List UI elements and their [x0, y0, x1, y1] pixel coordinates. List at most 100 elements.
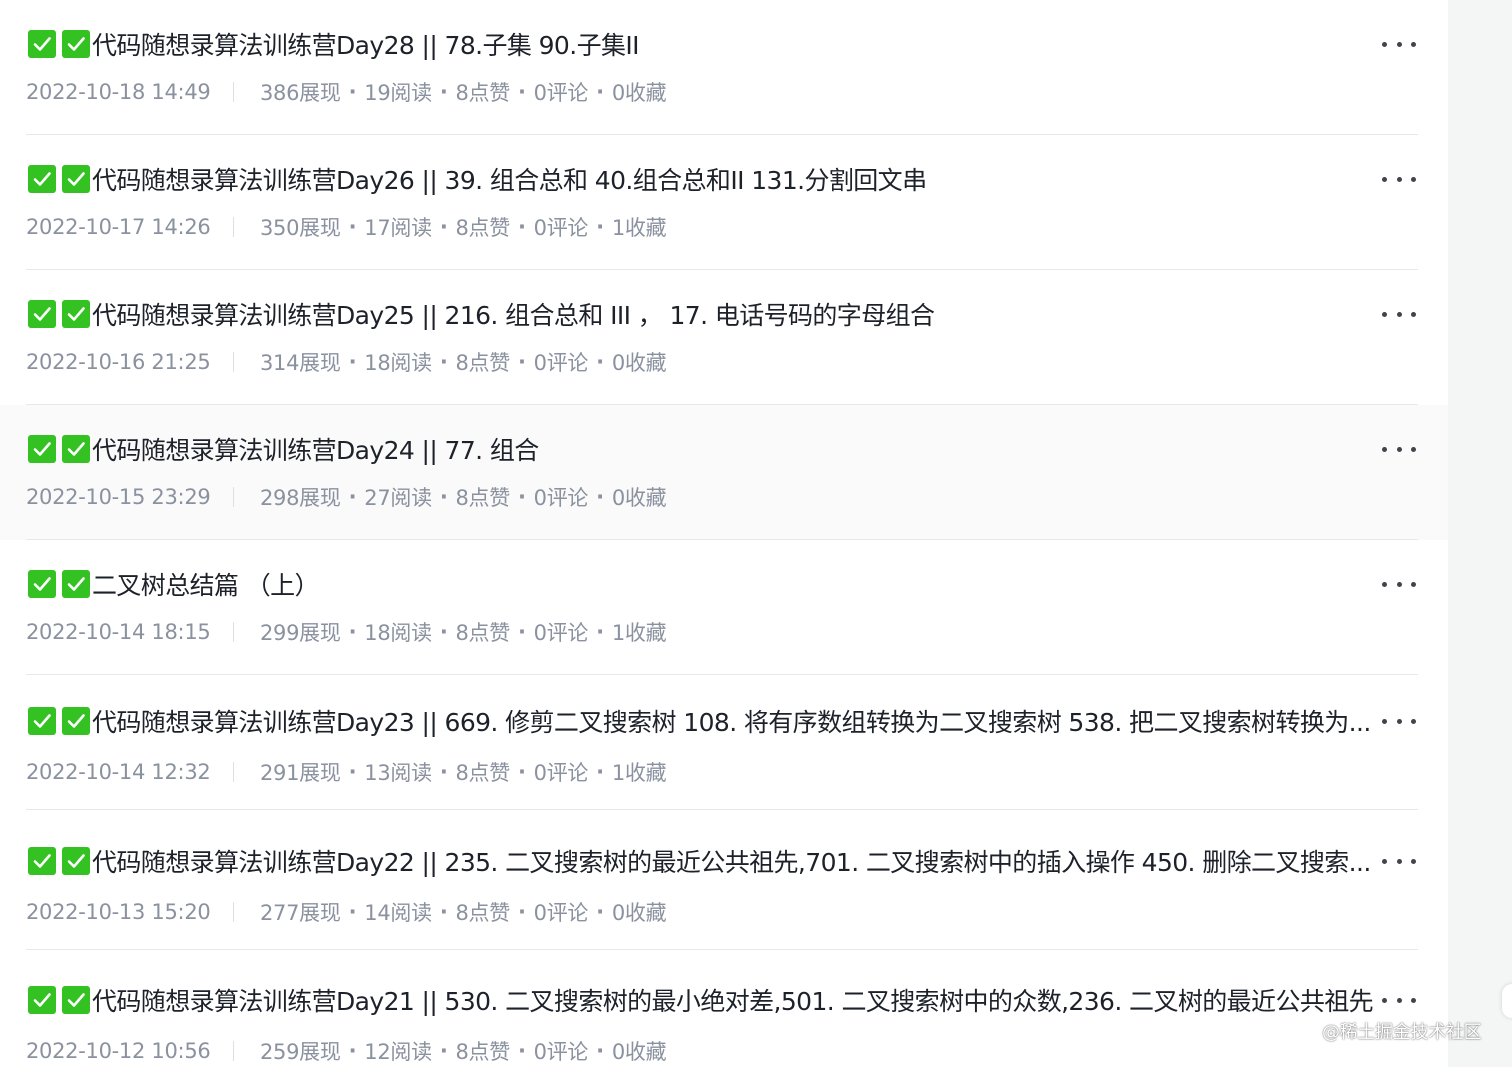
meta-separator: · — [348, 620, 357, 644]
article-title-row[interactable]: 代码随想录算法训练营Day22 || 235. 二叉搜索树的最近公共祖先,701… — [28, 844, 1378, 878]
check-mark-icon — [28, 300, 56, 328]
favorite-count: 1收藏 — [611, 621, 667, 645]
check-mark-icon — [28, 435, 56, 463]
meta-separator: · — [596, 620, 604, 644]
meta-separator: · — [596, 485, 604, 509]
article-item[interactable]: 代码随想录算法训练营Day26 || 39. 组合总和 40.组合总和II 13… — [0, 135, 1448, 270]
article-title-row[interactable]: 代码随想录算法训练营Day24 || 77. 组合 — [28, 432, 1378, 466]
article-meta: 2022-10-14 12:32 291展现 · 13阅读 · 8点赞 · 0评论 · 1收藏 — [26, 756, 667, 788]
check-mark-icon — [62, 986, 90, 1014]
article-meta: 2022-10-16 21:25 314展现 · 18阅读 · 8点赞 · 0评论 · 0收藏 — [26, 346, 667, 378]
check-mark-icon — [28, 707, 56, 735]
read-count: 18阅读 — [364, 621, 432, 645]
comment-count: 0评论 — [533, 1040, 589, 1064]
meta-separator: · — [348, 350, 357, 374]
article-item[interactable]: 二叉树总结篇 （上） 2022-10-14 18:15 299展现 · 18阅读 · 8点赞… — [0, 540, 1448, 675]
view-count: 259展现 — [260, 1040, 341, 1064]
article-title-row[interactable]: 二叉树总结篇 （上） — [28, 567, 1378, 601]
more-options-icon[interactable] — [1382, 569, 1416, 599]
comment-count: 0评论 — [533, 761, 589, 785]
check-mark-icon — [28, 30, 56, 58]
view-count: 277展现 — [260, 901, 341, 925]
like-count: 8点赞 — [455, 761, 511, 785]
read-count: 18阅读 — [364, 351, 432, 375]
meta-separator: · — [439, 350, 448, 374]
article-item[interactable]: 代码随想录算法训练营Day21 || 530. 二叉搜索树的最小绝对差,501.… — [0, 954, 1448, 1067]
more-options-icon[interactable] — [1382, 434, 1416, 464]
meta-divider — [233, 762, 234, 782]
check-mark-icon — [62, 300, 90, 328]
article-title-row[interactable]: 代码随想录算法训练营Day28 || 78.子集 90.子集II — [28, 27, 1378, 61]
article-item[interactable]: 代码随想录算法训练营Day25 || 216. 组合总和 III ， 17. 电… — [0, 270, 1448, 405]
meta-divider — [233, 352, 234, 372]
scroll-hint[interactable] — [1502, 984, 1512, 1018]
more-options-icon[interactable] — [1382, 985, 1416, 1015]
check-mark-icon — [28, 847, 56, 875]
meta-separator: · — [348, 760, 357, 784]
article-item[interactable]: 代码随想录算法训练营Day24 || 77. 组合 2022-10-15 23:2… — [0, 405, 1448, 540]
comment-count: 0评论 — [533, 486, 589, 510]
meta-divider — [233, 217, 234, 237]
like-count: 8点赞 — [455, 81, 511, 105]
check-mark-icon — [62, 707, 90, 735]
read-count: 14阅读 — [364, 901, 432, 925]
like-count: 8点赞 — [455, 351, 511, 375]
article-date: 2022-10-12 10:56 — [26, 1039, 211, 1063]
article-meta: 2022-10-18 14:49 386展现 · 19阅读 · 8点赞 · 0评论 · 0收藏 — [26, 76, 667, 108]
article-meta: 2022-10-15 23:29 298展现 · 27阅读 · 8点赞 · 0评论 · 0收藏 — [26, 481, 667, 513]
like-count: 8点赞 — [455, 216, 511, 240]
favorite-count: 0收藏 — [611, 351, 667, 375]
more-options-icon[interactable] — [1382, 164, 1416, 194]
article-item[interactable]: 代码随想录算法训练营Day23 || 669. 修剪二叉搜索树 108. 将有序… — [0, 675, 1448, 810]
meta-separator: · — [517, 900, 526, 924]
article-meta: 2022-10-17 14:26 350展现 · 17阅读 · 8点赞 · 0评论 · 1收藏 — [26, 211, 667, 243]
article-title-row[interactable]: 代码随想录算法训练营Day23 || 669. 修剪二叉搜索树 108. 将有序… — [28, 704, 1378, 738]
favorite-count: 0收藏 — [611, 486, 667, 510]
meta-separator: · — [596, 80, 604, 104]
article-title[interactable]: 代码随想录算法训练营Day25 || 216. 组合总和 III ， 17. 电… — [92, 297, 934, 331]
meta-divider — [233, 902, 234, 922]
read-count: 19阅读 — [364, 81, 432, 105]
view-count: 291展现 — [260, 761, 341, 785]
meta-separator: · — [439, 760, 448, 784]
like-count: 8点赞 — [455, 621, 511, 645]
row-divider — [26, 949, 1418, 950]
meta-separator: · — [596, 900, 604, 924]
check-mark-icon — [62, 570, 90, 598]
article-title[interactable]: 代码随想录算法训练营Day28 || 78.子集 90.子集II — [92, 27, 639, 61]
meta-separator: · — [517, 215, 526, 239]
meta-separator: · — [517, 485, 526, 509]
article-item[interactable]: 代码随想录算法训练营Day22 || 235. 二叉搜索树的最近公共祖先,701… — [0, 815, 1448, 950]
meta-separator: · — [348, 485, 357, 509]
article-item[interactable]: 代码随想录算法训练营Day28 || 78.子集 90.子集II 2022-10-… — [0, 0, 1448, 135]
more-options-icon[interactable] — [1382, 846, 1416, 876]
meta-separator: · — [348, 215, 357, 239]
like-count: 8点赞 — [455, 1040, 511, 1064]
meta-separator: · — [348, 80, 357, 104]
meta-divider — [233, 487, 234, 507]
article-list: 代码随想录算法训练营Day28 || 78.子集 90.子集II 2022-10-… — [0, 0, 1448, 1067]
article-meta: 2022-10-14 18:15 299展现 · 18阅读 · 8点赞 · 0评论 · 1收藏 — [26, 616, 667, 648]
view-count: 299展现 — [260, 621, 341, 645]
comment-count: 0评论 — [533, 216, 589, 240]
view-count: 314展现 — [260, 351, 341, 375]
article-title[interactable]: 代码随想录算法训练营Day21 || 530. 二叉搜索树的最小绝对差,501.… — [92, 983, 1373, 1017]
article-title[interactable]: 代码随想录算法训练营Day26 || 39. 组合总和 40.组合总和II 13… — [92, 162, 927, 196]
article-date: 2022-10-14 12:32 — [26, 760, 211, 784]
comment-count: 0评论 — [533, 351, 589, 375]
article-date: 2022-10-16 21:25 — [26, 350, 211, 374]
meta-separator: · — [517, 760, 526, 784]
meta-separator: · — [517, 80, 526, 104]
article-title-row[interactable]: 代码随想录算法训练营Day21 || 530. 二叉搜索树的最小绝对差,501.… — [28, 983, 1378, 1017]
more-options-icon[interactable] — [1382, 299, 1416, 329]
article-title[interactable]: 二叉树总结篇 （上） — [92, 567, 319, 601]
check-mark-icon — [28, 986, 56, 1014]
article-title[interactable]: 代码随想录算法训练营Day23 || 669. 修剪二叉搜索树 108. 将有序… — [92, 704, 1371, 738]
meta-divider — [233, 622, 234, 642]
more-options-icon[interactable] — [1382, 29, 1416, 59]
article-title[interactable]: 代码随想录算法训练营Day24 || 77. 组合 — [92, 432, 539, 466]
article-title[interactable]: 代码随想录算法训练营Day22 || 235. 二叉搜索树的最近公共祖先,701… — [92, 844, 1371, 878]
article-title-row[interactable]: 代码随想录算法训练营Day25 || 216. 组合总和 III ， 17. 电… — [28, 297, 1378, 331]
more-options-icon[interactable] — [1382, 706, 1416, 736]
article-title-row[interactable]: 代码随想录算法训练营Day26 || 39. 组合总和 40.组合总和II 13… — [28, 162, 1378, 196]
